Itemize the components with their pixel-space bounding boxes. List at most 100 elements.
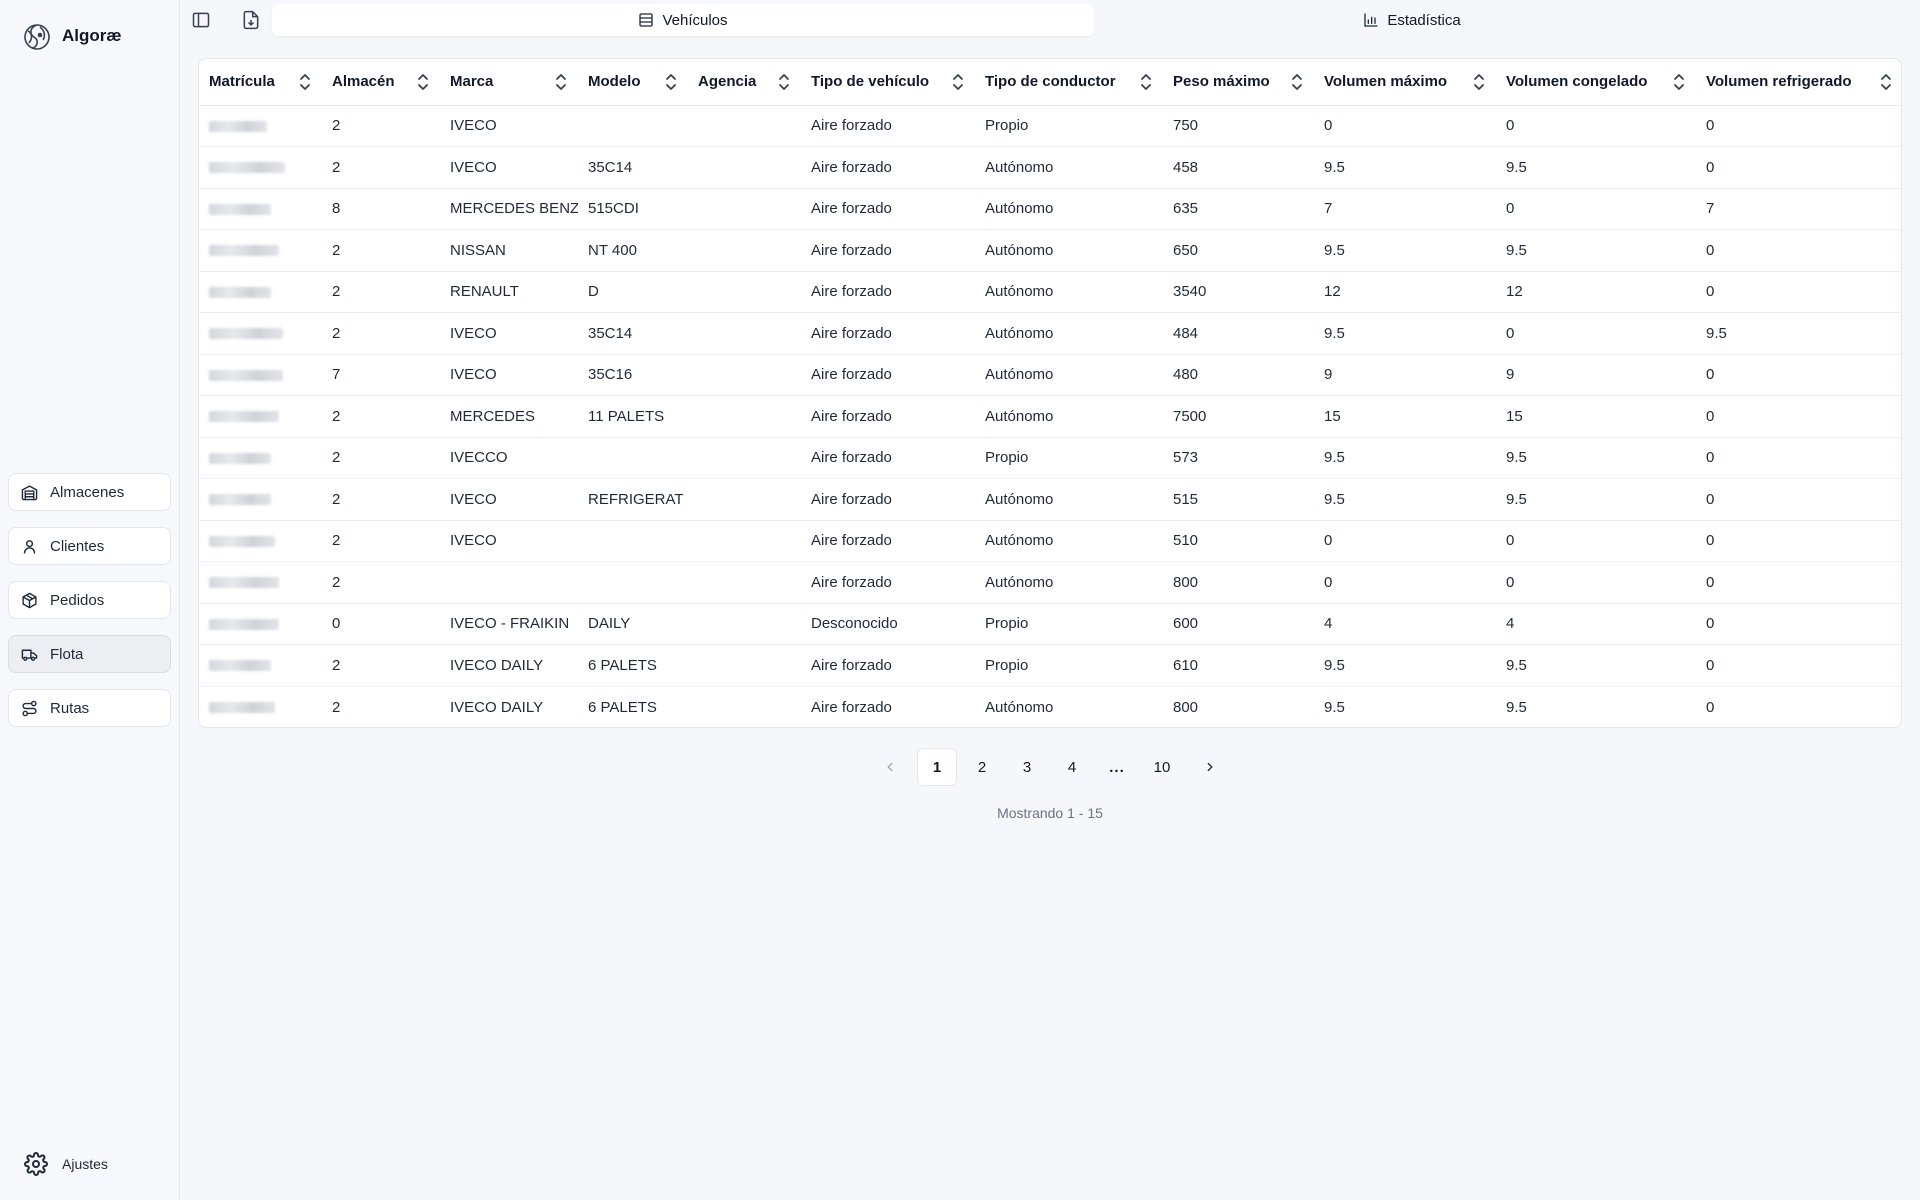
- export-file-icon[interactable]: [241, 10, 261, 30]
- cell-matricula: [199, 478, 322, 521]
- table-row[interactable]: 2 MERCEDES 11 PALETS Aire forzado Autónomo 75…: [199, 395, 1901, 438]
- sidebar-item-clientes[interactable]: Clientes: [8, 527, 171, 565]
- sort-icon[interactable]: [777, 73, 791, 91]
- cell-tipo-vehiculo: Aire forzado: [801, 271, 975, 313]
- cell-matricula: [199, 146, 322, 189]
- tab-vehiculos[interactable]: Vehículos: [272, 4, 1094, 36]
- table-icon: [639, 13, 654, 27]
- table-row[interactable]: 2 IVECO REFRIGERAT Aire forzado Autónomo 515 9…: [199, 478, 1901, 521]
- cell-matricula: [199, 229, 322, 272]
- brand[interactable]: Algoræ: [20, 18, 122, 54]
- cell-matricula: [199, 395, 322, 438]
- cell-marca: NISSAN: [440, 229, 578, 272]
- cell-tipo-conductor: Propio: [975, 437, 1163, 479]
- column-header-tipo-conductor[interactable]: Tipo de conductor: [975, 59, 1163, 106]
- column-header-volumen-congelado[interactable]: Volumen congelado: [1496, 59, 1696, 106]
- column-header-modelo[interactable]: Modelo: [578, 59, 688, 106]
- page-button-10[interactable]: 10: [1142, 748, 1182, 786]
- sort-icon[interactable]: [664, 73, 678, 91]
- column-header-volumen-maximo[interactable]: Volumen máximo: [1314, 59, 1496, 106]
- sidebar-toggle-icon[interactable]: [191, 10, 211, 30]
- cell-volumen-refrigerado: 0: [1696, 478, 1901, 521]
- cell-peso-maximo: 800: [1173, 698, 1199, 716]
- cell-volumen-refrigerado: 9.5: [1696, 312, 1901, 355]
- cell-marca: IVECO DAILY: [450, 698, 544, 716]
- next-page-button[interactable]: [1190, 748, 1230, 786]
- cell-volumen-congelado: 9.5: [1506, 698, 1527, 716]
- tab-estadistica[interactable]: Estadística: [1280, 4, 1544, 36]
- settings-label: Ajustes: [62, 1156, 108, 1172]
- cell-volumen-refrigerado: 0: [1696, 146, 1901, 189]
- cell-modelo: 35C16: [578, 354, 688, 396]
- table-row[interactable]: 8 MERCEDES BENZ 515CDI Aire forzado Autónomo…: [199, 188, 1901, 230]
- table-row[interactable]: 0 IVECO - FRAIKIN DAILY Desconocido Propio 60…: [199, 603, 1901, 645]
- page-button-3[interactable]: 3: [1007, 748, 1047, 786]
- cell-tipo-vehiculo: Aire forzado: [801, 105, 975, 147]
- cell-marca: [440, 561, 578, 604]
- cell-agencia: [688, 603, 801, 645]
- page-button-1[interactable]: 1: [917, 748, 957, 786]
- table-row[interactable]: 2 NISSAN NT 400 Aire forzado Autónomo 650 9.5 9…: [199, 229, 1901, 272]
- column-header-matricula[interactable]: Matrícula: [199, 59, 322, 106]
- cell-almacen: 2: [322, 312, 440, 355]
- table-row[interactable]: 2 IVECO DAILY 6 PALETS Aire forzado Autónomo…: [199, 686, 1901, 727]
- sort-icon[interactable]: [554, 73, 568, 91]
- previous-page-button[interactable]: [870, 748, 910, 786]
- sort-icon[interactable]: [1139, 73, 1153, 91]
- cell-volumen-maximo: 9.5: [1314, 437, 1496, 479]
- cell-tipo-vehiculo: Aire forzado: [801, 478, 975, 521]
- cell-volumen-maximo: 9: [1314, 354, 1496, 396]
- cell-volumen-congelado: 9.5: [1496, 437, 1696, 479]
- column-header-volumen-refrigerado[interactable]: Volumen refrigerado: [1696, 59, 1901, 106]
- cell-tipo-conductor: Autónomo: [975, 561, 1163, 604]
- package-icon: [22, 592, 37, 608]
- table-row[interactable]: 2 Aire forzado Autónomo 800 0 0 0: [199, 561, 1901, 604]
- column-header-marca[interactable]: Marca: [440, 59, 578, 106]
- redacted-plate: [209, 245, 279, 257]
- sidebar-item-label: Almacenes: [50, 483, 125, 501]
- table-row[interactable]: 2 IVECO DAILY 6 PALETS Aire forzado Propio 61…: [199, 644, 1901, 687]
- sort-icon[interactable]: [1879, 73, 1893, 91]
- sort-icon[interactable]: [1472, 73, 1486, 91]
- sidebar-item-pedidos[interactable]: Pedidos: [8, 581, 171, 619]
- column-header-peso-maximo[interactable]: Peso máximo: [1163, 59, 1314, 106]
- cell-peso-maximo: 600: [1163, 603, 1314, 645]
- sort-icon[interactable]: [416, 73, 430, 91]
- table-row[interactable]: 2 IVECO 35C14 Aire forzado Autónomo 484 9.5 0 9.…: [199, 312, 1901, 355]
- chevron-right-icon: [1207, 762, 1213, 772]
- page-button-2[interactable]: 2: [962, 748, 1002, 786]
- showing-range-text: Mostrando 1 - 15: [997, 805, 1103, 821]
- sort-icon[interactable]: [298, 73, 312, 91]
- gear-icon: [24, 1152, 48, 1176]
- cell-tipo-vehiculo: Aire forzado: [801, 561, 975, 604]
- sort-icon[interactable]: [1672, 73, 1686, 91]
- cell-marca: IVECO: [440, 105, 578, 147]
- cell-matricula: [199, 312, 322, 355]
- cell-tipo-conductor: Autónomo: [985, 698, 1054, 716]
- column-header-tipo-vehiculo[interactable]: Tipo de vehículo: [801, 59, 975, 106]
- sort-icon[interactable]: [951, 73, 965, 91]
- cell-marca: IVECO: [440, 312, 578, 355]
- table-row[interactable]: 2 IVECO Aire forzado Propio 750 0 0 0: [199, 105, 1901, 147]
- table-row[interactable]: 7 IVECO 35C16 Aire forzado Autónomo 480 9 9 0: [199, 354, 1901, 396]
- cell-almacen: 7: [322, 354, 440, 396]
- table-row[interactable]: 2 IVECO Aire forzado Autónomo 510 0 0 0: [199, 520, 1901, 562]
- sidebar-item-rutas[interactable]: Rutas: [8, 689, 171, 727]
- column-header-agencia[interactable]: Agencia: [688, 59, 801, 106]
- sort-icon[interactable]: [1290, 73, 1304, 91]
- settings-button[interactable]: Ajustes: [24, 1152, 108, 1176]
- column-header-almacen[interactable]: Almacén: [322, 59, 440, 106]
- cell-tipo-conductor: Autónomo: [975, 520, 1163, 562]
- page-button-4[interactable]: 4: [1052, 748, 1092, 786]
- sidebar-item-almacenes[interactable]: Almacenes: [8, 473, 171, 511]
- table-row[interactable]: 2 RENAULT D Aire forzado Autónomo 3540 12 12 0: [199, 271, 1901, 313]
- table-row[interactable]: 2 IVECCO Aire forzado Propio 573 9.5 9.5 0: [199, 437, 1901, 479]
- redacted-plate: [209, 618, 279, 630]
- sidebar-item-flota[interactable]: Flota: [8, 635, 171, 673]
- table-row[interactable]: 2 IVECO 35C14 Aire forzado Autónomo 458 9.5 9.5…: [199, 146, 1901, 189]
- cell-marca: IVECO: [440, 478, 578, 521]
- column-header-label: Modelo: [588, 73, 641, 91]
- cell-matricula: [199, 686, 322, 727]
- brand-name: Algoræ: [62, 26, 122, 45]
- cell-almacen: 2: [322, 520, 440, 562]
